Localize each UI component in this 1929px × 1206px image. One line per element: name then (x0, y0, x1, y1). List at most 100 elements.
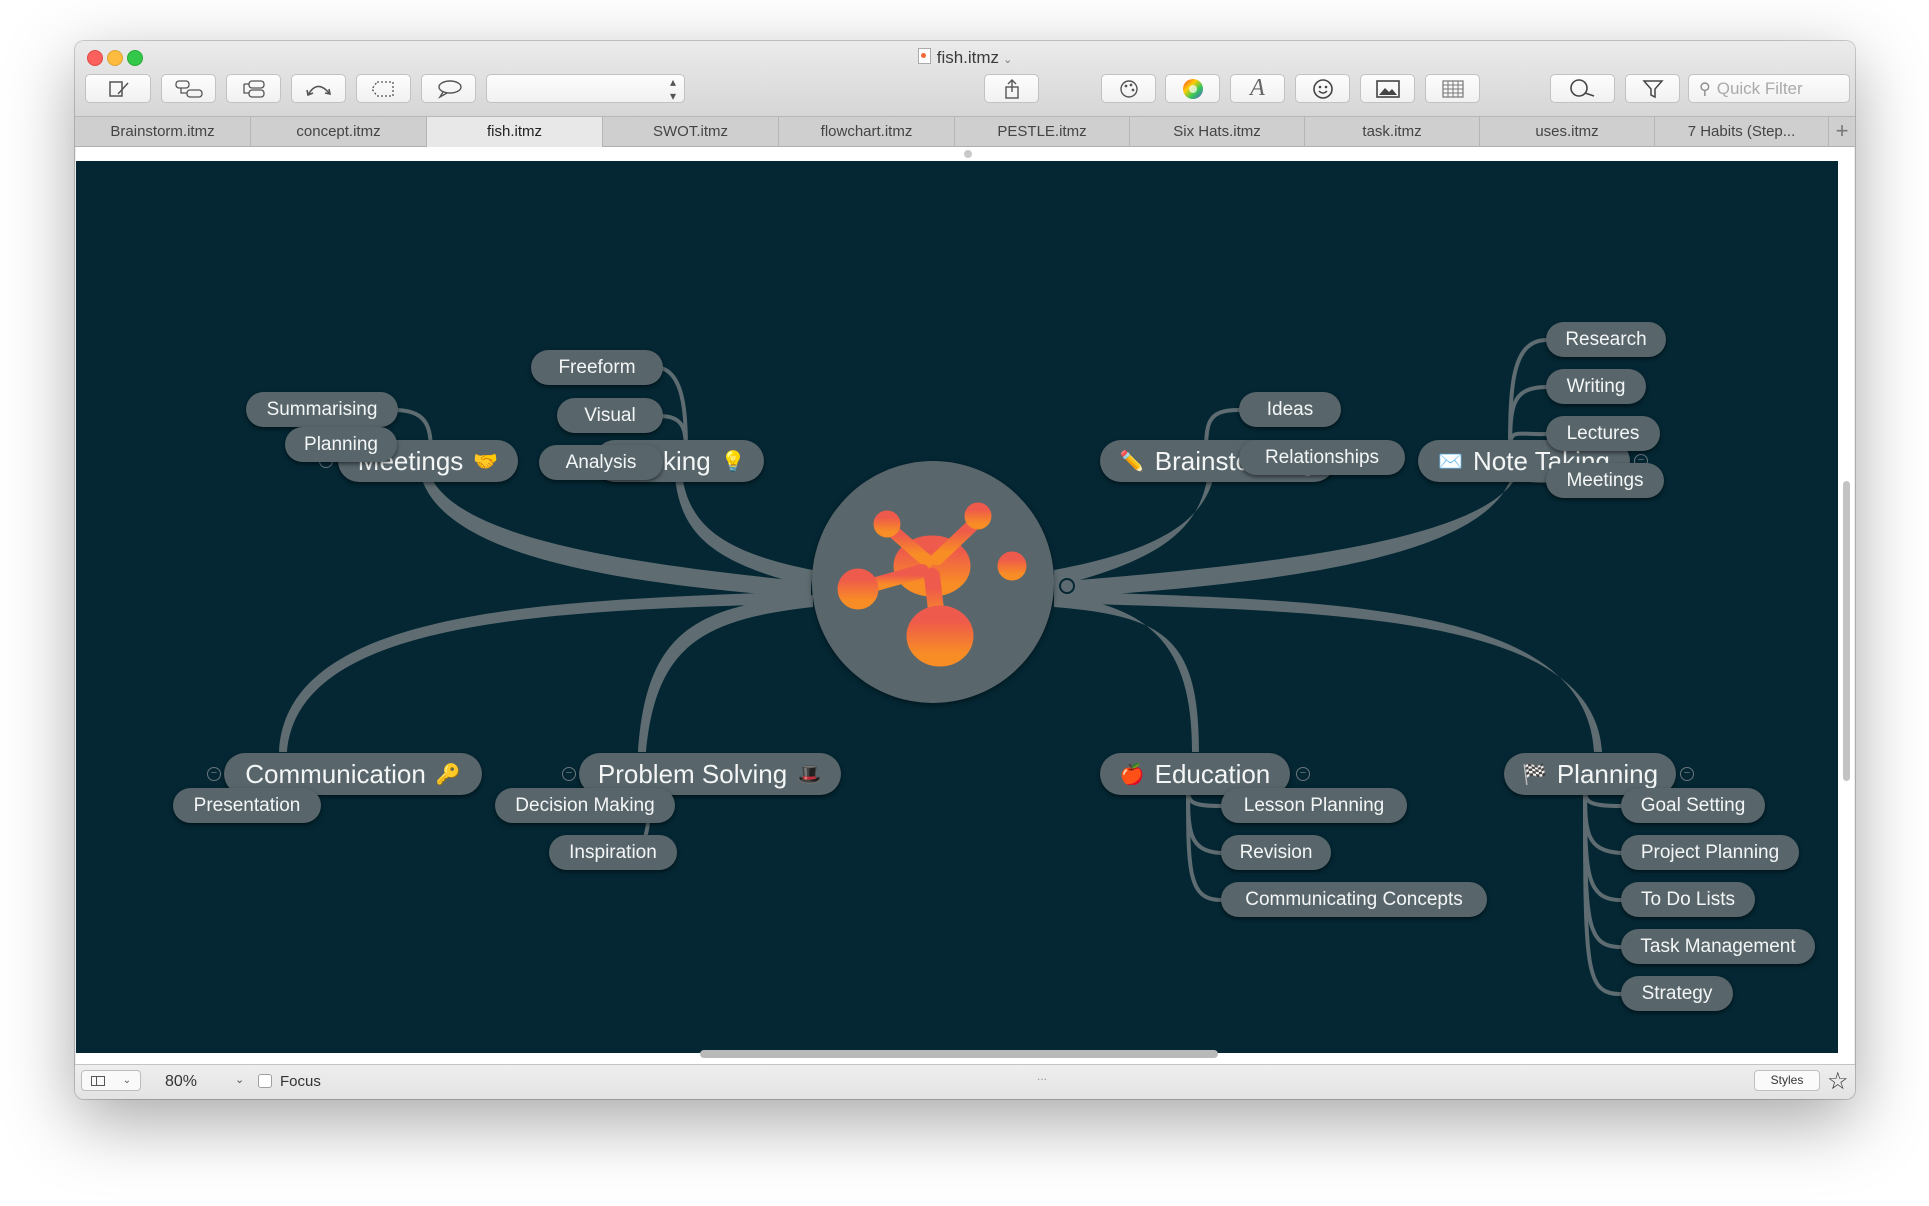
new-topic-button[interactable] (85, 74, 151, 103)
focus-checkbox[interactable] (258, 1074, 272, 1088)
tab-flowchart[interactable]: flowchart.itmz (779, 117, 955, 147)
add-child-button[interactable] (161, 74, 216, 103)
connector-project-planning (1583, 784, 1623, 855)
connector-revision (1186, 784, 1223, 855)
add-boundary-button[interactable] (356, 74, 411, 103)
connector-problem-solving (638, 595, 813, 752)
window-title[interactable]: fish.itmz ⌄ (75, 48, 1855, 68)
topic-to-do-lists[interactable]: To Do Lists (1621, 882, 1755, 917)
collapse-education-toggle[interactable]: − (1296, 767, 1310, 781)
mindmap-canvas[interactable]: Meetings 🤝 − Thinking 💡 − ✏️ Brainstormi… (76, 161, 1838, 1053)
smiley-icon (1312, 78, 1333, 99)
add-sibling-icon (242, 79, 265, 98)
topic-decision-making[interactable]: Decision Making (495, 788, 675, 823)
vertical-scrollbar[interactable] (1843, 481, 1850, 781)
share-icon (1004, 78, 1019, 99)
branch-problem-solving-label: Problem Solving (597, 758, 788, 789)
chevron-down-icon: ⌄ (1003, 54, 1013, 66)
boundary-icon (370, 80, 394, 97)
key-icon: 🔑 (435, 763, 461, 786)
status-bar: ⌄ 80% ⌄ Focus ... Styles ☆ (75, 1064, 1855, 1099)
branch-education-label: Education (1154, 758, 1271, 789)
topic-lectures[interactable]: Lectures (1546, 416, 1660, 451)
tab-brainstorm[interactable]: Brainstorm.itmz (75, 117, 251, 147)
topic-strategy[interactable]: Strategy (1621, 976, 1733, 1011)
topic-lesson-planning[interactable]: Lesson Planning (1221, 788, 1407, 823)
horizontal-scrollbar[interactable] (700, 1050, 1218, 1058)
topic-writing[interactable]: Writing (1546, 369, 1646, 404)
add-tab-button[interactable]: + (1829, 117, 1855, 147)
central-topic-handle[interactable] (1059, 578, 1075, 594)
font-button[interactable]: A (1230, 74, 1285, 103)
search-button[interactable] (1550, 74, 1615, 103)
sidebar-icon (90, 1075, 105, 1086)
quick-filter-field[interactable]: ⚲ Quick Filter (1688, 74, 1850, 103)
topic-relationships[interactable]: Relationships (1239, 440, 1405, 475)
tab-swot[interactable]: SWOT.itmz (603, 117, 779, 147)
topic-summarising[interactable]: Summarising (246, 392, 398, 427)
add-callout-button[interactable] (421, 74, 476, 103)
zoom-level[interactable]: 80% (165, 1073, 197, 1091)
document-icon (917, 48, 931, 64)
image-button[interactable] (1360, 74, 1415, 103)
theme-button[interactable] (1101, 74, 1156, 103)
table-button[interactable] (1425, 74, 1480, 103)
filter-funnel-icon (1641, 79, 1664, 98)
icons-button[interactable] (1295, 74, 1350, 103)
resize-grip[interactable]: ... (1037, 1069, 1047, 1083)
tab-concept[interactable]: concept.itmz (251, 117, 427, 147)
updown-chevron-icon: ▴ ▾ (669, 74, 676, 103)
topic-presentation[interactable]: Presentation (173, 788, 321, 823)
connector-education (1054, 595, 1199, 752)
imindmap-logo-icon (837, 502, 1027, 667)
star-icon[interactable]: ☆ (1827, 1067, 1849, 1096)
share-button[interactable] (984, 74, 1039, 103)
collapse-problem-solving-toggle[interactable]: − (562, 767, 576, 781)
topic-inspiration[interactable]: Inspiration (549, 835, 677, 870)
handshake-icon: 🤝 (473, 450, 499, 473)
topic-visual[interactable]: Visual (557, 398, 663, 433)
filter-button[interactable] (1625, 74, 1680, 103)
branch-planning-label: Planning (1556, 758, 1659, 789)
tab-uses[interactable]: uses.itmz (1480, 117, 1655, 147)
collapse-communication-toggle[interactable]: − (207, 767, 221, 781)
collapse-planning-toggle[interactable]: − (1680, 767, 1694, 781)
color-wheel-icon (1182, 78, 1203, 99)
color-button[interactable] (1165, 74, 1220, 103)
window-title-text: fish.itmz (936, 48, 1000, 67)
tab-fish[interactable]: fish.itmz (427, 117, 603, 147)
add-relationship-button[interactable] (291, 74, 346, 103)
topic-research[interactable]: Research (1546, 322, 1666, 357)
zoom-chevron-icon[interactable]: ⌄ (235, 1073, 244, 1086)
topic-planning[interactable]: Planning (285, 427, 397, 462)
topic-goal-setting[interactable]: Goal Setting (1621, 788, 1765, 823)
pencil-icon: ✏️ (1119, 450, 1145, 473)
topic-ideas[interactable]: Ideas (1239, 392, 1341, 427)
tab-pestle[interactable]: PESTLE.itmz (955, 117, 1130, 147)
tab-task[interactable]: task.itmz (1305, 117, 1480, 147)
tab-7-habits[interactable]: 7 Habits (Step... (1655, 117, 1829, 147)
focus-label: Focus (280, 1073, 321, 1090)
connector-strategy (1583, 784, 1623, 996)
add-sibling-button[interactable] (226, 74, 281, 103)
topic-analysis[interactable]: Analysis (539, 445, 663, 480)
connector-task-management (1583, 784, 1623, 949)
style-select[interactable]: ▴ ▾ (486, 74, 685, 103)
topic-task-management[interactable]: Task Management (1621, 929, 1815, 964)
font-icon: A (1250, 75, 1265, 101)
sidebar-toggle-button[interactable]: ⌄ (81, 1070, 141, 1091)
topic-note-meetings[interactable]: Meetings (1546, 463, 1664, 498)
central-topic[interactable] (812, 461, 1054, 703)
title-bar: fish.itmz ⌄ ▴ ▾ A ⚲ Quick Filter (75, 41, 1855, 116)
topic-freeform[interactable]: Freeform (531, 350, 663, 385)
styles-button[interactable]: Styles (1754, 1070, 1820, 1091)
topic-revision[interactable]: Revision (1221, 835, 1331, 870)
connector-planning (1054, 591, 1602, 752)
tab-six-hats[interactable]: Six Hats.itmz (1130, 117, 1305, 147)
canvas-handle[interactable] (964, 150, 972, 158)
document-area: Meetings 🤝 − Thinking 💡 − ✏️ Brainstormi… (76, 147, 1854, 1064)
topic-project-planning[interactable]: Project Planning (1621, 835, 1799, 870)
new-topic-icon (109, 80, 129, 97)
topic-communicating-concepts[interactable]: Communicating Concepts (1221, 882, 1487, 917)
quick-filter-placeholder: Quick Filter (1716, 78, 1803, 98)
